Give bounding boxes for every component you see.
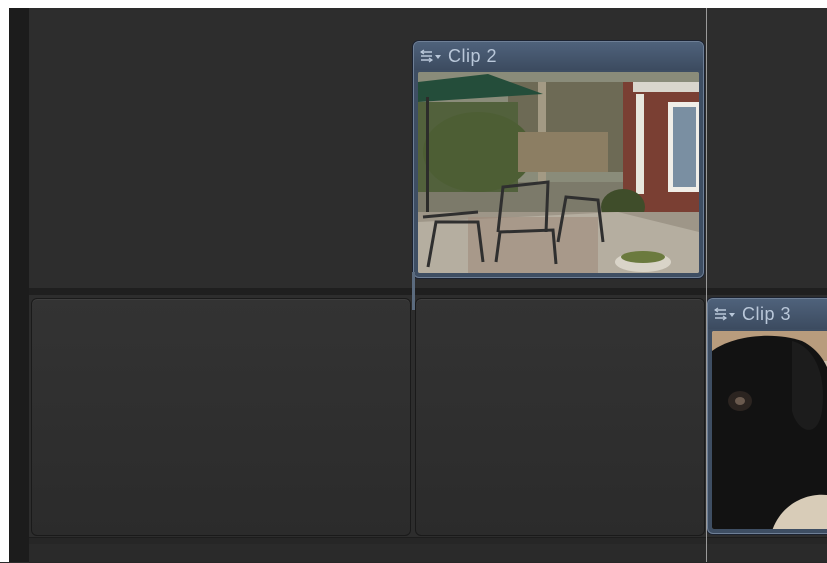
window-top-edge	[0, 0, 827, 8]
clip-header[interactable]: Clip 2	[414, 42, 703, 70]
timeline-left-gutter	[9, 8, 29, 562]
lane-divider	[29, 288, 827, 295]
clip-3[interactable]: Clip 3	[707, 298, 827, 534]
clip-header[interactable]: Clip 3	[708, 299, 827, 329]
clip-title: Clip 2	[448, 45, 498, 66]
window-left-edge	[0, 8, 9, 562]
timeline-bottom-track	[29, 537, 827, 563]
gap-clip[interactable]	[31, 298, 411, 536]
clip-2[interactable]: Clip 2	[413, 41, 704, 278]
gap-clip[interactable]	[415, 298, 705, 536]
clip-thumbnail	[418, 72, 699, 273]
audio-lane	[29, 544, 827, 562]
clip-thumbnail	[712, 331, 827, 529]
connection-marker	[412, 272, 415, 310]
clip-options-icon[interactable]	[713, 306, 738, 322]
clip-options-icon[interactable]	[419, 48, 444, 64]
playhead[interactable]	[706, 8, 707, 562]
clip-title: Clip 3	[742, 303, 792, 324]
